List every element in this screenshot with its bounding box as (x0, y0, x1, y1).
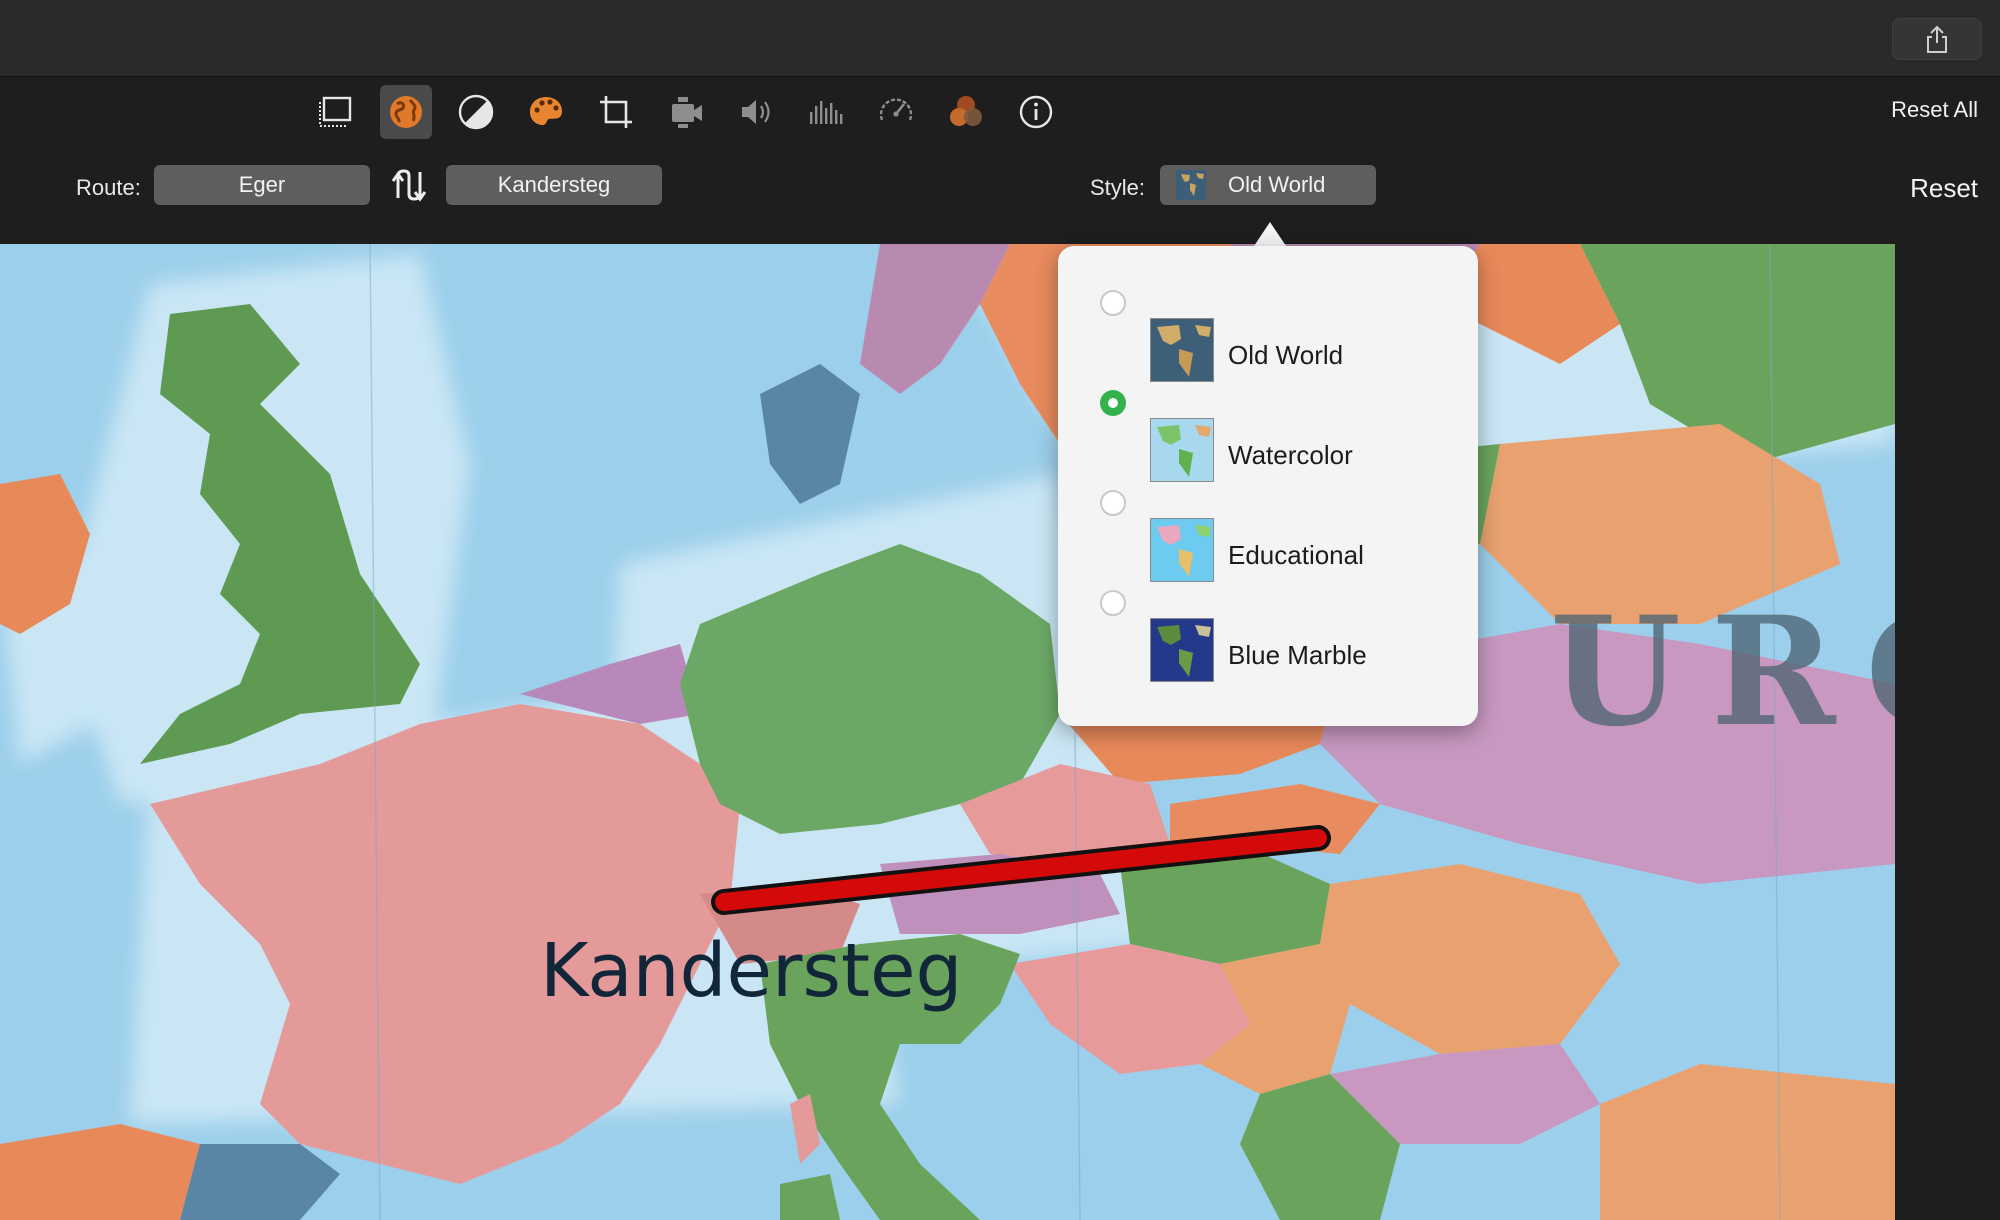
region-label: UROP (1550, 584, 1895, 760)
noise-reduction-button[interactable] (800, 85, 852, 139)
reset-all-button[interactable]: Reset All (1891, 97, 1978, 123)
style-popover: Old World Watercolor Educational Blue Ma… (1058, 246, 1478, 726)
share-icon (1927, 25, 1947, 53)
map-thumbnail-icon (1176, 170, 1206, 200)
info-button[interactable] (1010, 85, 1062, 139)
old-world-thumbnail (1150, 318, 1214, 382)
style-option-label: Old World (1228, 340, 1344, 370)
blue-marble-thumbnail (1150, 618, 1214, 682)
style-option-watercolor[interactable]: Watercolor (1058, 390, 1478, 482)
share-button[interactable] (1892, 18, 1982, 60)
stabilization-button[interactable] (660, 85, 712, 139)
style-picker-button[interactable]: Old World (1160, 165, 1376, 205)
popover-caret (1254, 222, 1286, 246)
style-option-blue-marble[interactable]: Blue Marble (1058, 590, 1478, 682)
route-controls: Route: Eger Kandersteg Style: Old World … (0, 165, 2000, 213)
swap-route-button[interactable] (388, 165, 430, 205)
route-label: Route: (76, 175, 141, 200)
style-option-educational[interactable]: Educational (1058, 490, 1478, 582)
crop-button[interactable] (590, 85, 642, 139)
route-start-field[interactable]: Eger (154, 165, 370, 205)
swap-arrows-icon (391, 169, 427, 202)
style-option-label: Educational (1228, 540, 1364, 570)
palette-icon (530, 97, 562, 125)
map-view[interactable]: UROP Kandersteg (0, 244, 1895, 1220)
style-option-label: Watercolor (1228, 440, 1353, 470)
destination-label: Kandersteg (540, 928, 962, 1014)
radio-old-world[interactable] (1100, 290, 1126, 316)
crop-icon (600, 96, 632, 128)
title-bar (0, 0, 2000, 77)
radio-watercolor[interactable] (1100, 390, 1126, 416)
europe-map: UROP Kandersteg (0, 244, 1895, 1220)
tool-strip (310, 85, 1062, 139)
speedometer-icon (879, 98, 913, 121)
color-filters-icon (950, 96, 982, 126)
style-option-label: Blue Marble (1228, 640, 1367, 670)
map-style-button[interactable] (380, 85, 432, 139)
radio-blue-marble[interactable] (1100, 590, 1126, 616)
color-correction-button[interactable] (520, 85, 572, 139)
video-camera-icon (672, 97, 702, 128)
crop-frame-button[interactable] (310, 85, 362, 139)
reset-button[interactable]: Reset (1910, 173, 1978, 204)
color-balance-button[interactable] (450, 85, 502, 139)
watercolor-thumbnail (1150, 418, 1214, 482)
equalizer-icon (810, 101, 843, 124)
speed-button[interactable] (870, 85, 922, 139)
info-icon (1019, 95, 1053, 129)
adjustment-toolbar: Reset All Route: Eger Kandersteg Style: … (0, 77, 2000, 243)
educational-thumbnail (1150, 518, 1214, 582)
speaker-icon (742, 100, 770, 124)
clip-filter-button[interactable] (940, 85, 992, 139)
route-end-field[interactable]: Kandersteg (446, 165, 662, 205)
right-gutter (1895, 244, 2000, 1220)
style-label: Style: (1090, 175, 1146, 200)
radio-educational[interactable] (1100, 490, 1126, 516)
crop-frame-icon (319, 96, 352, 127)
color-balance-icon (458, 94, 494, 130)
globe-icon (390, 96, 422, 128)
volume-button[interactable] (730, 85, 782, 139)
selected-style-label: Old World (1228, 172, 1326, 197)
style-option-old-world[interactable]: Old World (1058, 290, 1478, 382)
